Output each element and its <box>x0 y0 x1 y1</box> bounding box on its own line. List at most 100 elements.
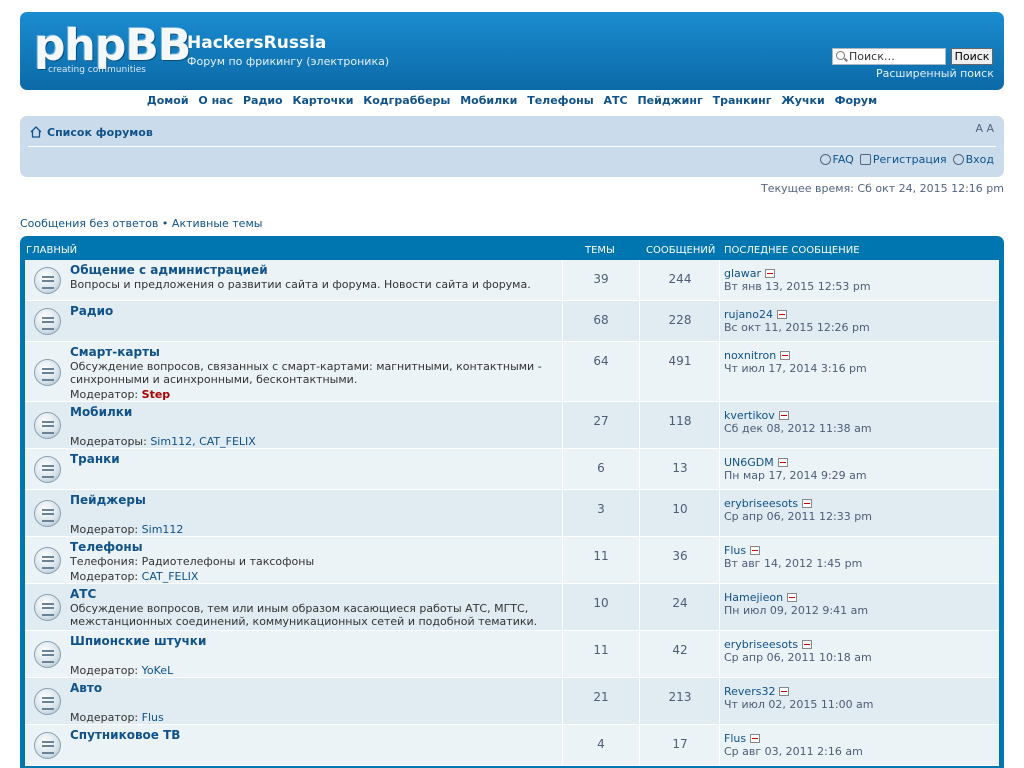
moderator-link[interactable]: CAT_FELIX <box>142 570 199 583</box>
last-post-author-link[interactable]: Hamejieon <box>724 591 783 604</box>
moderator-link[interactable]: YoKeL <box>142 664 174 677</box>
topnav-item[interactable]: Карточки <box>292 94 353 107</box>
forum-row: АТС Обсуждение вопросов, тем или иным обр… <box>25 584 999 631</box>
site-title[interactable]: HackersRussia <box>187 33 326 53</box>
last-post-author-link[interactable]: rujano24 <box>724 308 773 321</box>
navbar: Список форумов A A FAQ Регистрация Вход <box>20 116 1004 177</box>
advanced-search-link[interactable]: Расширенный поиск <box>876 67 994 80</box>
column-divider <box>719 490 720 536</box>
forum-row: Транки 6 13 UN6GDM Пн мар 17, 2014 9:29 am <box>25 449 999 490</box>
forum-row: Пейджеры Модератор: Sim112 3 10 erybriseesot… <box>25 490 999 537</box>
breadcrumb-forum-index[interactable]: Список форумов <box>47 126 153 139</box>
last-post-author-link[interactable]: noxnitron <box>724 349 776 362</box>
last-post-date: Вт янв 13, 2015 12:53 pm <box>724 280 871 293</box>
last-post-author-link[interactable]: erybriseesots <box>724 638 798 651</box>
site-logo[interactable]: phpBB creating communities <box>34 20 191 78</box>
active-topics-link[interactable]: Активные темы <box>172 217 263 230</box>
search-icon <box>836 51 845 60</box>
last-post-author-link[interactable]: kvertikov <box>724 409 775 422</box>
register-link[interactable]: Регистрация <box>859 153 947 166</box>
column-divider <box>562 342 563 401</box>
view-latest-post-icon[interactable] <box>777 310 787 319</box>
posts-count: 13 <box>672 461 688 475</box>
last-post-date: Чт июл 02, 2015 11:00 am <box>724 698 874 711</box>
faq-link[interactable]: FAQ <box>819 153 854 166</box>
forum-title[interactable]: Радио <box>70 304 113 318</box>
forum-title[interactable]: Мобилки <box>70 405 132 419</box>
view-latest-post-icon[interactable] <box>765 269 776 278</box>
last-post-author: Revers32 <box>724 685 790 698</box>
last-post-author-link[interactable]: Flus <box>724 544 746 557</box>
faq-icon <box>819 154 831 165</box>
login-link[interactable]: Вход <box>952 153 994 166</box>
topnav-item[interactable]: Форум <box>835 94 878 107</box>
column-divider <box>719 260 720 300</box>
column-divider <box>639 725 640 765</box>
topics-count: 11 <box>593 643 609 657</box>
topnav-item[interactable]: Транкинг <box>713 94 772 107</box>
forum-row: Авто Модератор: Flus 21 213 Revers32 Чт июл 0… <box>25 678 999 725</box>
topnav-item[interactable]: Пейджинг <box>637 94 702 107</box>
column-divider <box>719 342 720 401</box>
search-input[interactable]: Поиск… <box>832 48 946 65</box>
view-latest-post-icon[interactable] <box>802 499 813 508</box>
forum-read-icon <box>34 308 61 335</box>
topnav-item[interactable]: АТС <box>604 94 628 107</box>
view-latest-post-icon[interactable] <box>750 734 761 743</box>
column-divider <box>562 490 563 536</box>
view-latest-post-icon[interactable] <box>778 411 789 420</box>
view-latest-post-icon[interactable] <box>750 546 761 555</box>
topnav-item[interactable]: Телефоны <box>527 94 594 107</box>
forum-moderators: Модератор: Flus <box>70 711 164 724</box>
last-post-header: ПОСЛЕДНЕЕ СООБЩЕНИЕ <box>724 245 860 256</box>
moderator-link[interactable]: Flus <box>142 711 164 724</box>
forum-row: Радио 68 228 rujano24 Вс окт 11, 2015 12:26 … <box>25 301 999 342</box>
column-divider <box>562 260 563 300</box>
topnav-item[interactable]: Жучки <box>781 94 824 107</box>
last-post-author-link[interactable]: Flus <box>724 732 746 745</box>
topnav-item[interactable]: Радио <box>243 94 283 107</box>
column-divider <box>562 449 563 489</box>
posts-count: 17 <box>672 737 688 751</box>
column-divider <box>719 402 720 448</box>
forum-title[interactable]: Спутниковое ТВ <box>70 728 180 742</box>
moderator-link[interactable]: Step <box>142 388 171 401</box>
last-post-author-link[interactable]: glawar <box>724 267 761 280</box>
moderator-link[interactable]: Sim112, CAT_FELIX <box>150 435 256 448</box>
forum-title[interactable]: Авто <box>70 681 102 695</box>
current-time: Текущее время: Сб окт 24, 2015 12:16 pm <box>761 182 1004 195</box>
forum-moderators: Модератор: Step <box>70 388 170 401</box>
moderator-link[interactable]: Sim112 <box>142 523 184 536</box>
topnav-item[interactable]: Кодграбберы <box>363 94 450 107</box>
view-latest-post-icon[interactable] <box>802 640 813 649</box>
last-post-author-link[interactable]: Revers32 <box>724 685 775 698</box>
view-latest-post-icon[interactable] <box>780 351 791 360</box>
forum-title[interactable]: Пейджеры <box>70 493 146 507</box>
moderator-label: Модератор: <box>70 664 139 677</box>
forum-title[interactable]: Смарт-карты <box>70 345 160 359</box>
forum-read-icon <box>34 594 61 621</box>
view-latest-post-icon[interactable] <box>787 593 798 602</box>
search-button[interactable]: Поиск <box>951 48 993 65</box>
moderator-label: Модератор: <box>70 388 139 401</box>
view-latest-post-icon[interactable] <box>779 687 790 696</box>
last-post-date: Пн июл 09, 2012 9:41 am <box>724 604 869 617</box>
last-post-author-link[interactable]: erybriseesots <box>724 497 798 510</box>
forum-title[interactable]: Транки <box>70 452 120 466</box>
topnav-item[interactable]: О нас <box>198 94 233 107</box>
moderator-label: Модератор: <box>70 711 139 724</box>
last-post-author-link[interactable]: UN6GDM <box>724 456 774 469</box>
forum-title[interactable]: Шпионские штучки <box>70 634 206 648</box>
last-post-date: Вт авг 14, 2012 1:45 pm <box>724 557 863 570</box>
font-size-control[interactable]: A A <box>975 122 994 135</box>
unanswered-posts-link[interactable]: Сообщения без ответов <box>20 217 158 230</box>
topics-count: 11 <box>593 549 609 563</box>
view-latest-post-icon[interactable] <box>777 458 788 467</box>
column-divider <box>639 678 640 724</box>
forum-title[interactable]: АТС <box>70 587 96 601</box>
topnav-item[interactable]: Мобилки <box>460 94 517 107</box>
forum-title[interactable]: Телефоны <box>70 540 143 554</box>
topnav-item[interactable]: Домой <box>147 94 189 107</box>
category-header[interactable]: ГЛАВНЫЙ <box>26 245 77 256</box>
forum-title[interactable]: Общение с администрацией <box>70 263 268 277</box>
